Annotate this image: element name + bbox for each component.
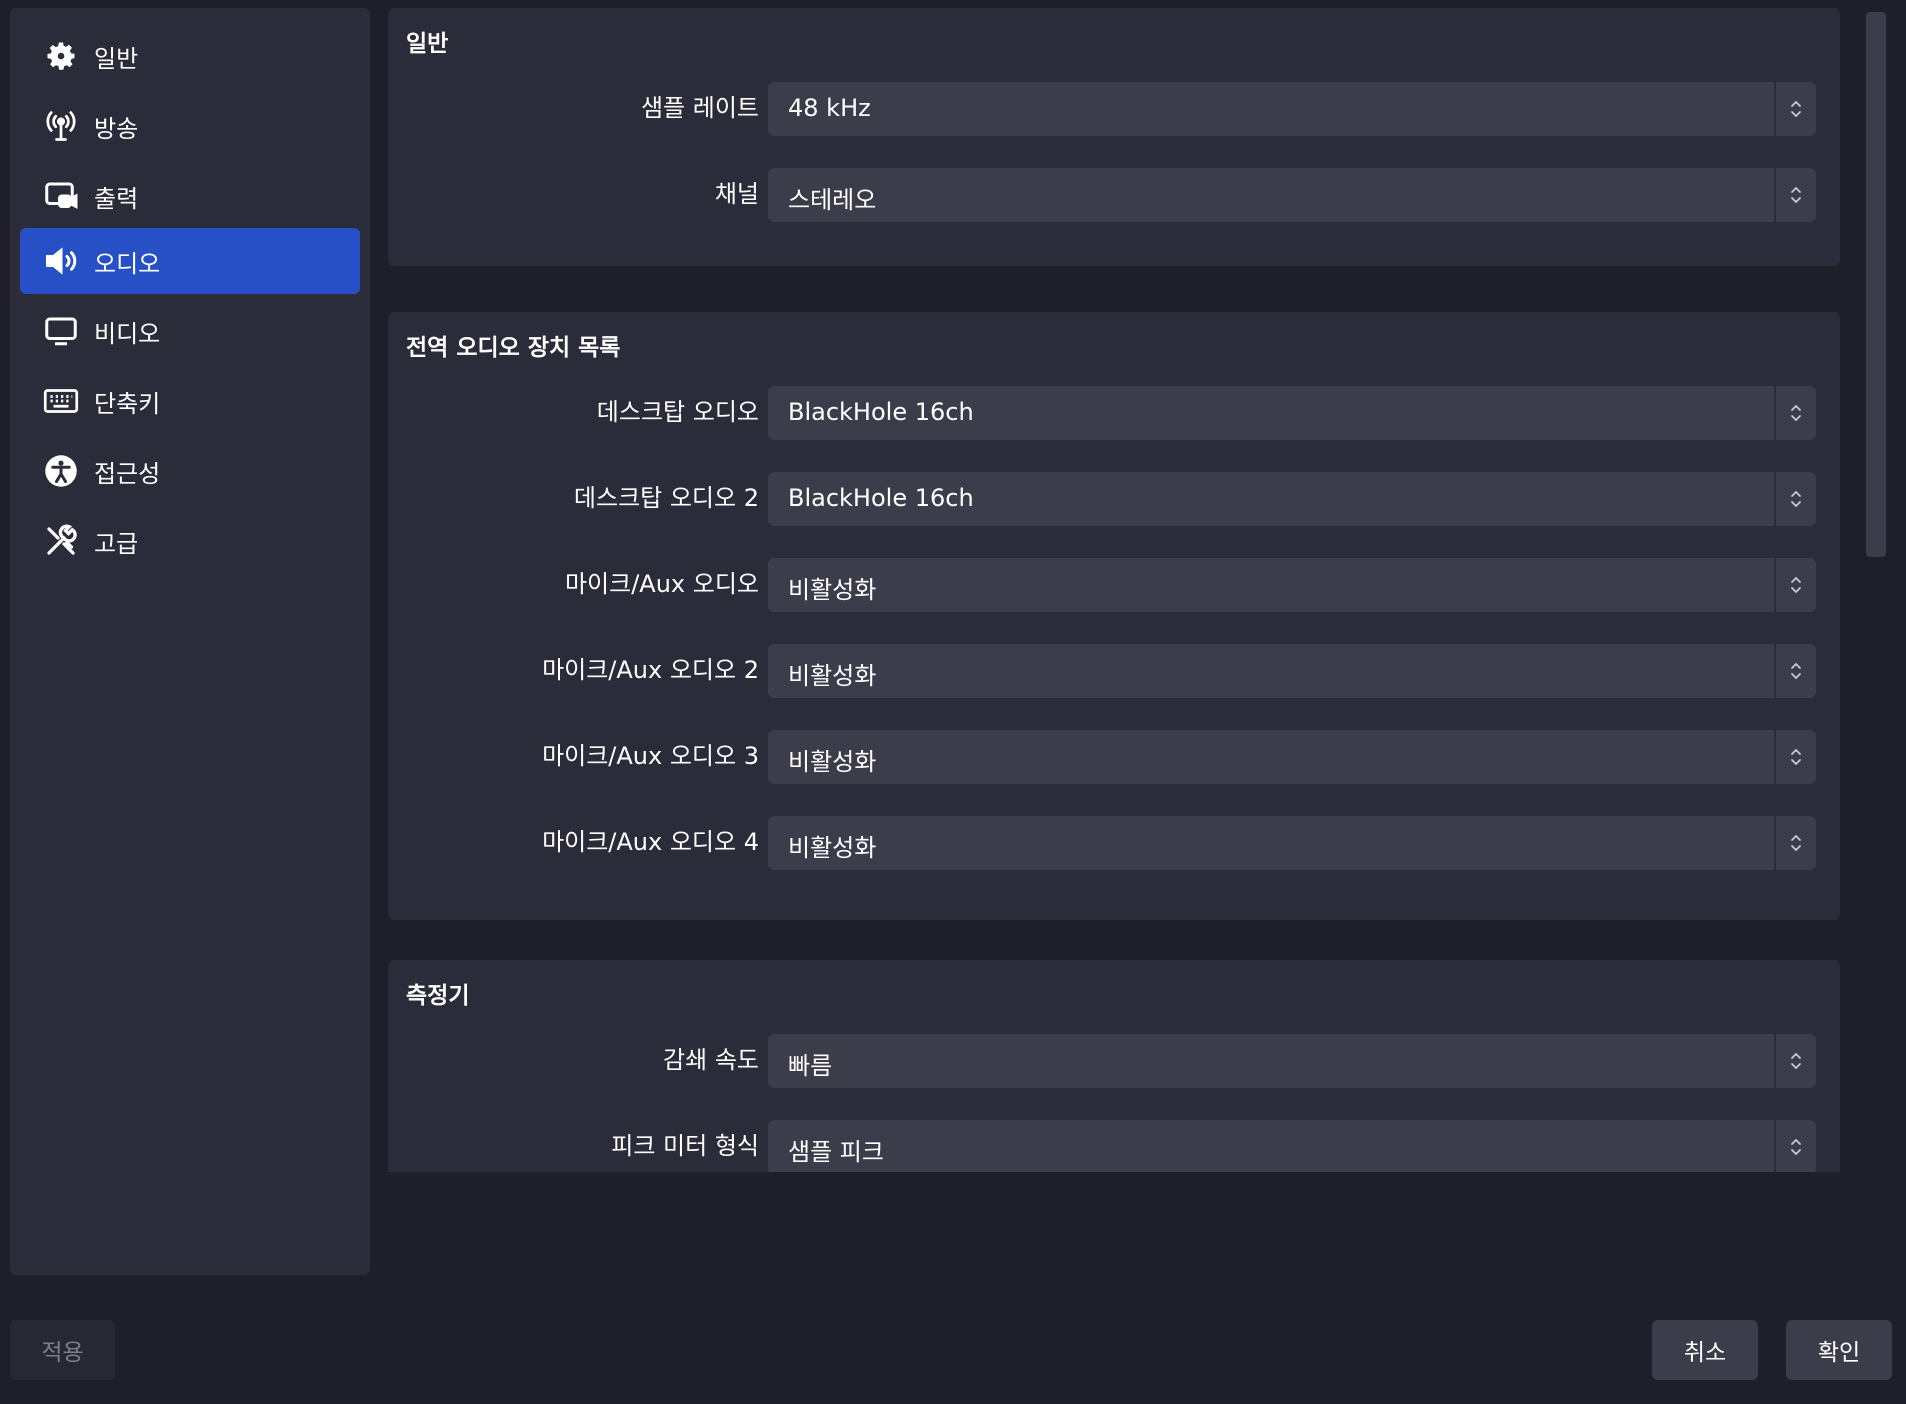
peak-meter-type-select[interactable]: 샘플 피크: [768, 1120, 1816, 1172]
sidebar-item-output[interactable]: 출력: [20, 163, 360, 229]
sidebar-item-label: 일반: [94, 44, 139, 73]
select-value: 비활성화: [788, 834, 877, 862]
sidebar-item-hotkeys[interactable]: 단축키: [20, 368, 360, 434]
chevron-updown-icon: [1774, 644, 1816, 698]
chevron-updown-icon: [1774, 472, 1816, 526]
sidebar-item-label: 출력: [94, 184, 139, 213]
sidebar-item-accessibility[interactable]: 접근성: [20, 438, 360, 504]
sidebar-item-label: 단축키: [94, 389, 161, 418]
channels-label: 채널: [714, 180, 759, 208]
ok-button[interactable]: 확인: [1786, 1320, 1892, 1380]
monitor-icon: [42, 312, 80, 350]
speaker-icon: [42, 242, 80, 280]
general-panel: 일반 샘플 레이트 48 kHz 채널 스테레오: [388, 8, 1840, 266]
gear-icon: [42, 37, 80, 75]
meters-panel: 측정기 감쇄 속도 빠름 피크 미터 형식 샘플 피크: [388, 960, 1840, 1172]
chevron-updown-icon: [1774, 730, 1816, 784]
decay-rate-label: 감쇄 속도: [663, 1046, 759, 1074]
mic-aux-audio-4-select[interactable]: 비활성화: [768, 816, 1816, 870]
mic-aux-audio-2-label: 마이크/Aux 오디오 2: [542, 656, 759, 684]
peak-meter-type-label: 피크 미터 형식: [611, 1132, 759, 1160]
sidebar-item-label: 고급: [94, 529, 139, 558]
select-value: BlackHole 16ch: [788, 484, 974, 512]
chevron-updown-icon: [1774, 558, 1816, 612]
global-audio-devices-panel: 전역 오디오 장치 목록 데스크탑 오디오 BlackHole 16ch 데스크…: [388, 312, 1840, 920]
apply-button[interactable]: 적용: [10, 1320, 115, 1380]
desktop-audio-2-select[interactable]: BlackHole 16ch: [768, 472, 1816, 526]
select-value: 비활성화: [788, 576, 877, 604]
chevron-updown-icon: [1774, 1120, 1816, 1172]
chevron-updown-icon: [1774, 82, 1816, 136]
mic-aux-audio-3-select[interactable]: 비활성화: [768, 730, 1816, 784]
sidebar-item-general[interactable]: 일반: [20, 23, 360, 89]
channels-select[interactable]: 스테레오: [768, 168, 1816, 222]
chevron-updown-icon: [1774, 168, 1816, 222]
mic-aux-audio-label: 마이크/Aux 오디오: [564, 570, 759, 598]
section-title: 전역 오디오 장치 목록: [406, 335, 621, 361]
sidebar-item-label: 방송: [94, 114, 139, 143]
chevron-updown-icon: [1774, 386, 1816, 440]
output-icon: [42, 177, 80, 215]
desktop-audio-select[interactable]: BlackHole 16ch: [768, 386, 1816, 440]
decay-rate-select[interactable]: 빠름: [768, 1034, 1816, 1088]
scrollbar-thumb[interactable]: [1866, 12, 1886, 557]
desktop-audio-2-label: 데스크탑 오디오 2: [573, 484, 759, 512]
cancel-button[interactable]: 취소: [1652, 1320, 1758, 1380]
tools-icon: [42, 522, 80, 560]
antenna-icon: [42, 107, 80, 145]
sample-rate-select[interactable]: 48 kHz: [768, 82, 1816, 136]
sample-rate-label: 샘플 레이트: [640, 94, 759, 122]
select-value: 비활성화: [788, 662, 877, 690]
sidebar-item-label: 오디오: [94, 249, 161, 278]
mic-aux-audio-2-select[interactable]: 비활성화: [768, 644, 1816, 698]
sidebar-item-label: 접근성: [94, 459, 161, 488]
settings-sidebar: 일반 방송 출력 오디오 비디오 단축키 접근성 고급: [10, 8, 370, 1275]
sidebar-item-label: 비디오: [94, 319, 161, 348]
accessibility-icon: [42, 452, 80, 490]
mic-aux-audio-3-label: 마이크/Aux 오디오 3: [542, 742, 759, 770]
select-value: 샘플 피크: [788, 1138, 884, 1166]
section-title: 일반: [406, 31, 449, 57]
select-value: 48 kHz: [788, 94, 871, 122]
sidebar-item-stream[interactable]: 방송: [20, 93, 360, 159]
sidebar-item-video[interactable]: 비디오: [20, 298, 360, 364]
settings-content: 일반 샘플 레이트 48 kHz 채널 스테레오 전역 오디오 장치 목록 데스…: [388, 8, 1840, 1172]
mic-aux-audio-4-label: 마이크/Aux 오디오 4: [542, 828, 759, 856]
keyboard-icon: [42, 382, 80, 420]
sidebar-item-advanced[interactable]: 고급: [20, 508, 360, 574]
chevron-updown-icon: [1774, 1034, 1816, 1088]
section-title: 측정기: [406, 983, 470, 1009]
select-value: 스테레오: [788, 186, 877, 214]
select-value: 빠름: [788, 1052, 833, 1080]
desktop-audio-label: 데스크탑 오디오: [596, 398, 759, 426]
mic-aux-audio-select[interactable]: 비활성화: [768, 558, 1816, 612]
chevron-updown-icon: [1774, 816, 1816, 870]
select-value: 비활성화: [788, 748, 877, 776]
select-value: BlackHole 16ch: [788, 398, 974, 426]
sidebar-item-audio[interactable]: 오디오: [20, 228, 360, 294]
